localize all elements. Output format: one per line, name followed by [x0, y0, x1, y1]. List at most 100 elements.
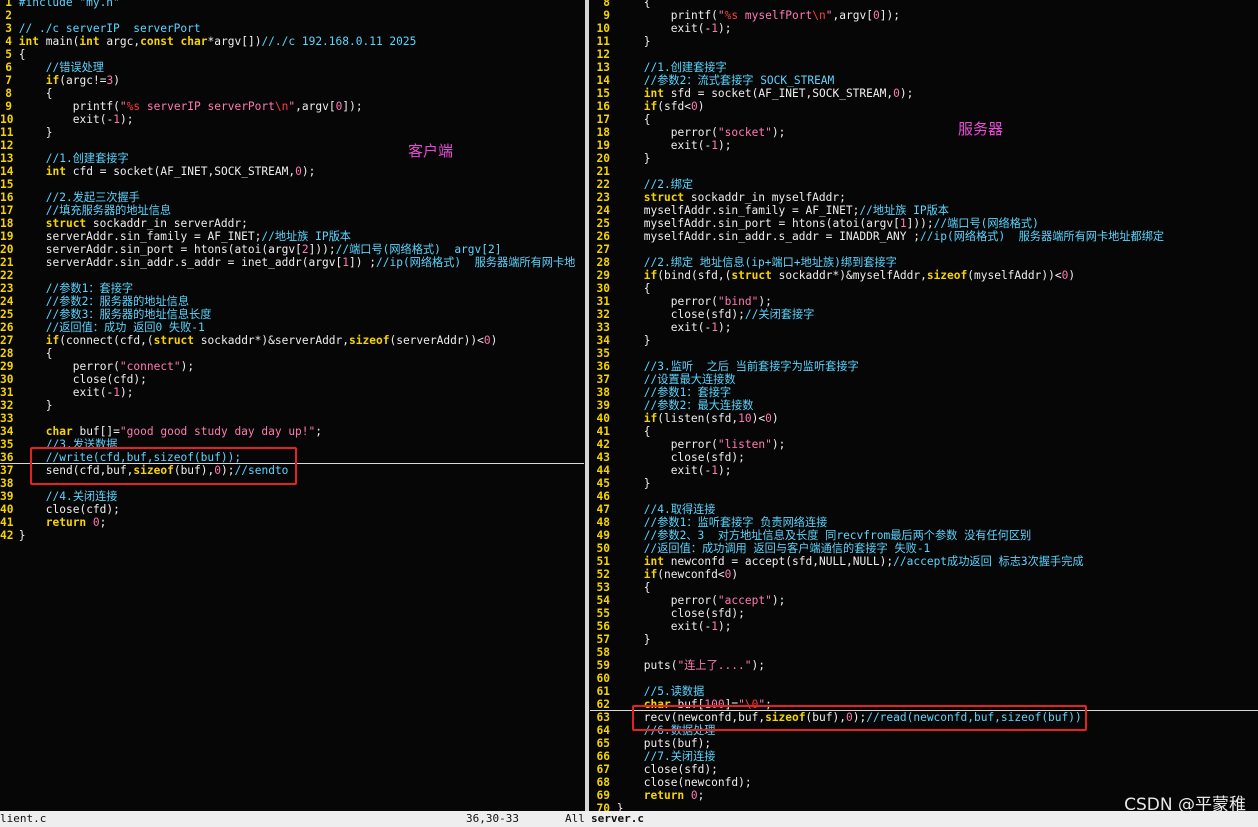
- left-code-line[interactable]: 2: [0, 9, 19, 22]
- left-code-line[interactable]: 17 //填充服务器的地址信息: [0, 204, 171, 217]
- right-code-line[interactable]: 21: [590, 165, 617, 178]
- left-code-line[interactable]: 28 {: [0, 347, 53, 360]
- right-code-line[interactable]: 69 return 0;: [590, 789, 705, 802]
- right-code-line[interactable]: 46: [590, 490, 617, 503]
- right-code-line[interactable]: 48 //参数1：监听套接字 负责网络连接: [590, 516, 828, 529]
- left-code-line[interactable]: 23 //参数1：套接字: [0, 282, 133, 295]
- right-code-line[interactable]: 54 perror("accept");: [590, 594, 786, 607]
- left-code-line[interactable]: 30 close(cfd);: [0, 373, 147, 386]
- vertical-split-separator[interactable]: [585, 0, 589, 811]
- right-code-line[interactable]: 66 //7.关闭连接: [590, 750, 716, 763]
- left-code-line[interactable]: 1 #include "my.h": [0, 0, 120, 9]
- left-code-line[interactable]: 18 struct sockaddr_in serverAddr;: [0, 217, 248, 230]
- left-code-line[interactable]: 32 }: [0, 399, 53, 412]
- left-code-line[interactable]: 10 exit(-1);: [0, 113, 133, 126]
- left-code-line[interactable]: 41 return 0;: [0, 516, 106, 529]
- right-code-line[interactable]: 29 if(bind(sfd,(struct sockaddr*)&myself…: [590, 269, 1076, 282]
- right-code-line[interactable]: 9 printf("%s myselfPort\n",argv[0]);: [590, 9, 900, 22]
- right-code-line[interactable]: 12: [590, 48, 617, 61]
- right-code-line[interactable]: 35: [590, 347, 617, 360]
- left-code-line[interactable]: 16 //2.发起三次握手: [0, 191, 140, 204]
- right-code-line[interactable]: 47 //4.取得连接: [590, 503, 716, 516]
- left-code-line[interactable]: 34 char buf[]="good good study day day u…: [0, 425, 322, 438]
- right-code-line[interactable]: 22 //2.绑定: [590, 178, 694, 191]
- left-code-line[interactable]: 12: [0, 139, 19, 152]
- right-code-line[interactable]: 16 if(sfd<0): [590, 100, 705, 113]
- right-code-line[interactable]: 10 exit(-1);: [590, 22, 732, 35]
- left-code-line[interactable]: 6 //错误处理: [0, 61, 104, 74]
- right-code-line[interactable]: 43 close(sfd);: [590, 451, 745, 464]
- left-code-line[interactable]: 7 if(argc!=3): [0, 74, 120, 87]
- left-code-line[interactable]: 31 exit(-1);: [0, 386, 133, 399]
- right-code-line[interactable]: 65 puts(buf);: [590, 737, 712, 750]
- right-code-line[interactable]: 23 struct sockaddr_in myselfAddr;: [590, 191, 846, 204]
- right-code-line[interactable]: 68 close(newconfd);: [590, 776, 752, 789]
- right-code-line[interactable]: 32 close(sfd);//关闭套接字: [590, 308, 815, 321]
- right-code-line[interactable]: 27: [590, 243, 617, 256]
- right-code-line[interactable]: 58: [590, 646, 617, 659]
- right-code-line[interactable]: 8 {: [590, 0, 650, 9]
- right-code-line[interactable]: 45 }: [590, 477, 651, 490]
- right-code-line[interactable]: 34 }: [590, 334, 651, 347]
- right-code-line[interactable]: 37 //设置最大连接数: [590, 373, 736, 386]
- right-code-line[interactable]: 26 myselfAddr.sin_addr.s_addr = INADDR_A…: [590, 230, 1165, 243]
- left-code-line[interactable]: 38: [0, 477, 19, 490]
- right-code-line[interactable]: 24 myselfAddr.sin_family = AF_INET;//地址族…: [590, 204, 949, 217]
- left-code-line[interactable]: 22: [0, 269, 19, 282]
- left-code-line[interactable]: 39 //4.关闭连接: [0, 490, 117, 503]
- right-code-line[interactable]: 28 //2.绑定 地址信息(ip+端口+地址族)绑到套接字: [590, 256, 897, 269]
- right-code-line[interactable]: 41 {: [590, 425, 651, 438]
- right-code-line[interactable]: 30 {: [590, 282, 651, 295]
- right-code-line[interactable]: 55 close(sfd);: [590, 607, 745, 620]
- right-code-line[interactable]: 39 //参数2：最大连接数: [590, 399, 754, 412]
- right-code-line[interactable]: 15 int sfd = socket(AF_INET,SOCK_STREAM,…: [590, 87, 914, 100]
- right-code-line[interactable]: 40 if(listen(sfd,10)<0): [590, 412, 779, 425]
- right-code-line[interactable]: 61 //5.读数据: [590, 685, 705, 698]
- left-code-line[interactable]: 19 serverAddr.sin_family = AF_INET;//地址族…: [0, 230, 351, 243]
- right-code-line[interactable]: 11 }: [590, 35, 651, 48]
- left-code-line[interactable]: 42 }: [0, 529, 26, 542]
- right-code-line[interactable]: 31 perror("bind");: [590, 295, 772, 308]
- right-code-line[interactable]: 38 //参数1：套接字: [590, 386, 732, 399]
- right-code-line[interactable]: 53 {: [590, 581, 651, 594]
- right-code-line[interactable]: 17 {: [590, 113, 651, 126]
- left-code-line[interactable]: 21 serverAddr.sin_addr.s_addr = inet_add…: [0, 256, 575, 269]
- right-code-line[interactable]: 13 //1.创建套接字: [590, 61, 727, 74]
- left-code-line[interactable]: 26 //返回值：成功 返回0 失败-1: [0, 321, 205, 334]
- right-code-line[interactable]: 19 exit(-1);: [590, 139, 732, 152]
- right-code-line[interactable]: 70 }: [590, 802, 624, 811]
- right-code-line[interactable]: 57 }: [590, 633, 651, 646]
- right-code-line[interactable]: 42 perror("listen");: [590, 438, 786, 451]
- left-code-line[interactable]: 4 int main(int argc,const char*argv[])//…: [0, 35, 416, 48]
- right-code-line[interactable]: 18 perror("socket");: [590, 126, 786, 139]
- left-code-line[interactable]: 33: [0, 412, 19, 425]
- right-code-line[interactable]: 49 //参数2、3 对方地址信息及长度 同recvfrom最后两个参数 没有任…: [590, 529, 1032, 542]
- right-code-line[interactable]: 36 //3.监听 之后 当前套接字为监听套接字: [590, 360, 859, 373]
- left-code-line[interactable]: 14 int cfd = socket(AF_INET,SOCK_STREAM,…: [0, 165, 315, 178]
- right-code-line[interactable]: 60: [590, 672, 617, 685]
- left-editor-pane[interactable]: 1 #include "my.h" 2 3 // ./c serverIP ser…: [0, 0, 584, 811]
- left-code-line[interactable]: 5 {: [0, 48, 25, 61]
- right-code-line[interactable]: 51 int newconfd = accept(sfd,NULL,NULL);…: [590, 555, 1084, 568]
- left-code-line[interactable]: 27 if(connect(cfd,(struct sockaddr*)&ser…: [0, 334, 497, 347]
- right-code-line[interactable]: 50 //返回值：成功调用 返回与客户端通信的套接字 失败-1: [590, 542, 931, 555]
- right-code-line[interactable]: 56 exit(-1);: [590, 620, 732, 633]
- left-code-line[interactable]: 15: [0, 178, 19, 191]
- left-code-line[interactable]: 11 }: [0, 126, 53, 139]
- left-code-line[interactable]: 24 //参数2：服务器的地址信息: [0, 295, 189, 308]
- left-code-line[interactable]: 25 //参数3：服务器的地址信息长度: [0, 308, 211, 321]
- left-code-line[interactable]: 20 serverAddr.sin_port = htons(atoi(argv…: [0, 243, 501, 256]
- right-code-line[interactable]: 14 //参数2：流式套接字 SOCK_STREAM: [590, 74, 835, 87]
- right-code-line[interactable]: 25 myselfAddr.sin_port = htons(atoi(argv…: [590, 217, 1039, 230]
- right-code-line[interactable]: 33 exit(-1);: [590, 321, 732, 334]
- left-code-line[interactable]: 8 {: [0, 87, 52, 100]
- right-editor-pane[interactable]: 8 {9 printf("%s myselfPort\n",argv[0]); 1…: [590, 0, 1258, 811]
- right-code-line[interactable]: 52 if(newconfd<0): [590, 568, 739, 581]
- left-code-line[interactable]: 13 //1.创建套接字: [0, 152, 129, 165]
- left-code-line[interactable]: 9 printf("%s serverIP serverPort\n",argv…: [0, 100, 362, 113]
- right-code-line[interactable]: 67 close(sfd);: [590, 763, 718, 776]
- left-code-line[interactable]: 29 perror("connect");: [0, 360, 194, 373]
- right-code-line[interactable]: 59 puts("连上了....");: [590, 659, 765, 672]
- left-code-line[interactable]: 3 // ./c serverIP serverPort: [0, 22, 200, 35]
- left-code-line[interactable]: 40 close(cfd);: [0, 503, 120, 516]
